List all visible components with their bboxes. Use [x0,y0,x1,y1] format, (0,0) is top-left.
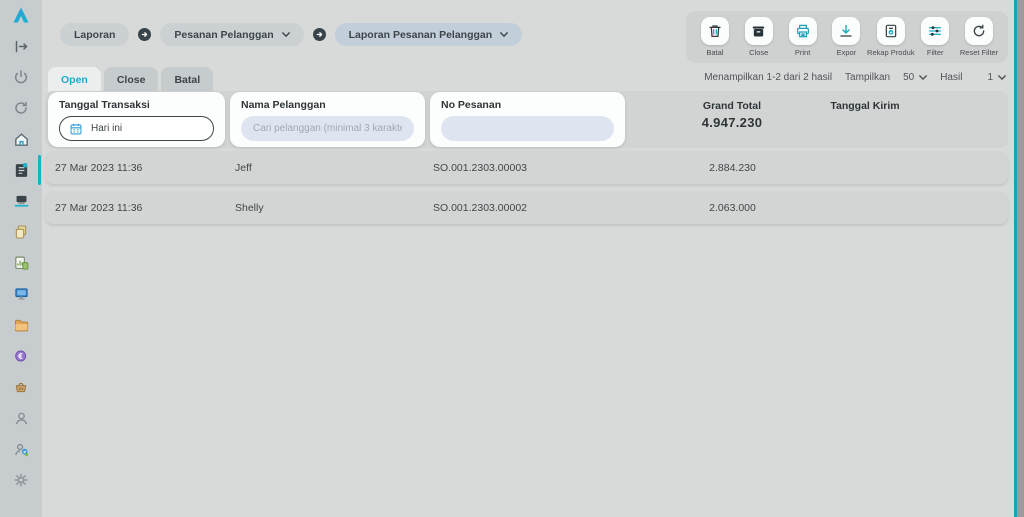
column-header-grand-total: Grand Total [657,100,807,112]
breadcrumb-label: Laporan Pesanan Pelanggan [349,29,493,41]
filter-card-tanggal-transaksi: Tanggal Transaksi Hari ini [48,92,225,147]
tool-label: Batal [706,48,723,57]
pagination: Menampilkan 1-2 dari 2 hasil Tampilkan 5… [704,72,1006,83]
tab-open[interactable]: Open [48,67,101,92]
table-row[interactable]: 27 Mar 2023 11:36 Shelly SO.001.2303.000… [45,191,1008,224]
grand-total-sum: 4.947.230 [657,115,807,130]
finance-icon[interactable] [0,347,42,365]
column-header-no-pesanan: No Pesanan [441,99,614,111]
filter-card-nama-pelanggan: Nama Pelanggan [230,92,425,147]
table-row[interactable]: 27 Mar 2023 11:36 Jeff SO.001.2303.00003… [45,151,1008,184]
copy-icon[interactable] [0,223,42,241]
column-header-tanggal-transaksi: Tanggal Transaksi [59,99,214,111]
tool-label: Filter [927,48,944,57]
sliders-icon [921,17,949,45]
employee-icon[interactable] [0,440,42,458]
logout-icon[interactable] [0,37,42,55]
chevron-down-icon [500,32,508,37]
cell-date: 27 Mar 2023 11:36 [55,162,235,174]
cell-customer: Shelly [235,202,433,214]
column-header-nama-pelanggan: Nama Pelanggan [241,99,414,111]
date-filter-input[interactable]: Hari ini [59,116,214,141]
tanggal-kirim-header: Tanggal Kirim [790,100,940,112]
printer-icon [789,17,817,45]
breadcrumb-label: Pesanan Pelanggan [174,29,273,41]
reset-filter-button[interactable]: Reset Filter [957,17,1001,63]
basket-icon[interactable] [0,378,42,396]
breadcrumb-arrow-icon [138,28,151,41]
status-tabs: Open Close Batal [48,67,213,92]
sidebar-active-indicator [38,155,41,185]
tab-close[interactable]: Close [104,67,159,92]
tool-label: Rekap Produk [867,48,915,57]
filter-button[interactable]: Filter [913,17,957,63]
print-button[interactable]: Print [781,17,825,63]
action-toolbar: Batal Close Print Expor Rekap Produk Fil… [686,11,1008,63]
tab-batal[interactable]: Batal [161,67,213,92]
cell-date: 27 Mar 2023 11:36 [55,202,235,214]
cell-order-no: SO.001.2303.00002 [433,202,640,214]
refresh-icon[interactable] [0,99,42,117]
order-number-input[interactable] [441,116,614,141]
report-icon[interactable] [0,161,42,179]
cell-grand-total: 2.884.230 [640,162,825,174]
tool-label: Reset Filter [960,48,998,57]
settings-icon[interactable] [0,471,42,489]
breadcrumb: Laporan Pesanan Pelanggan Laporan Pesana… [60,23,522,46]
breadcrumb-pesanan-pelanggan-dropdown[interactable]: Pesanan Pelanggan [160,23,303,46]
page-select[interactable]: 1 [987,72,1006,83]
close-button[interactable]: Close [737,17,781,63]
reset-icon [965,17,993,45]
monitor-icon[interactable] [0,285,42,303]
cashier-icon[interactable] [0,192,42,210]
cell-grand-total: 2.063.000 [640,202,825,214]
grand-total-header: Grand Total 4.947.230 [657,100,807,130]
home-icon[interactable] [0,130,42,148]
pagination-summary: Menampilkan 1-2 dari 2 hasil [704,72,832,83]
rekap-produk-button[interactable]: Rekap Produk [868,17,913,63]
chevron-down-icon [282,32,290,37]
archive-icon [745,17,773,45]
table-header: Tanggal Transaksi Hari ini Nama Pelangga… [45,91,1008,148]
breadcrumb-laporan-pesanan-pelanggan-dropdown[interactable]: Laporan Pesanan Pelanggan [335,23,523,46]
folder-icon[interactable] [0,316,42,334]
right-edge-strip [1017,0,1024,517]
tool-label: Print [795,48,810,57]
cell-order-no: SO.001.2303.00003 [433,162,640,174]
expor-button[interactable]: Expor [824,17,868,63]
customer-search-input[interactable] [241,116,414,141]
tool-label: Close [749,48,768,57]
breadcrumb-arrow-icon [313,28,326,41]
page-size-value: 50 [903,72,914,83]
breadcrumb-label: Laporan [74,29,115,41]
sidebar [0,0,42,517]
app-logo [0,6,42,24]
tool-label: Expor [837,48,857,57]
breadcrumb-laporan[interactable]: Laporan [60,23,129,46]
filter-card-no-pesanan: No Pesanan [430,92,625,147]
page-size-label: Tampilkan [845,72,890,83]
calendar-icon [69,122,83,136]
batal-button[interactable]: Batal [693,17,737,63]
customer-icon[interactable] [0,409,42,427]
chevron-down-icon [998,75,1006,80]
chevron-down-icon [919,75,927,80]
date-filter-value: Hari ini [91,123,122,134]
document-check-icon [877,17,905,45]
column-header-tanggal-kirim: Tanggal Kirim [790,100,940,112]
page-size-select[interactable]: 50 [903,72,927,83]
power-icon[interactable] [0,68,42,86]
sales-report-icon[interactable] [0,254,42,272]
trash-icon [701,17,729,45]
page-label: Hasil [940,72,962,83]
download-icon [832,17,860,45]
page-value: 1 [987,72,993,83]
cell-customer: Jeff [235,162,433,174]
